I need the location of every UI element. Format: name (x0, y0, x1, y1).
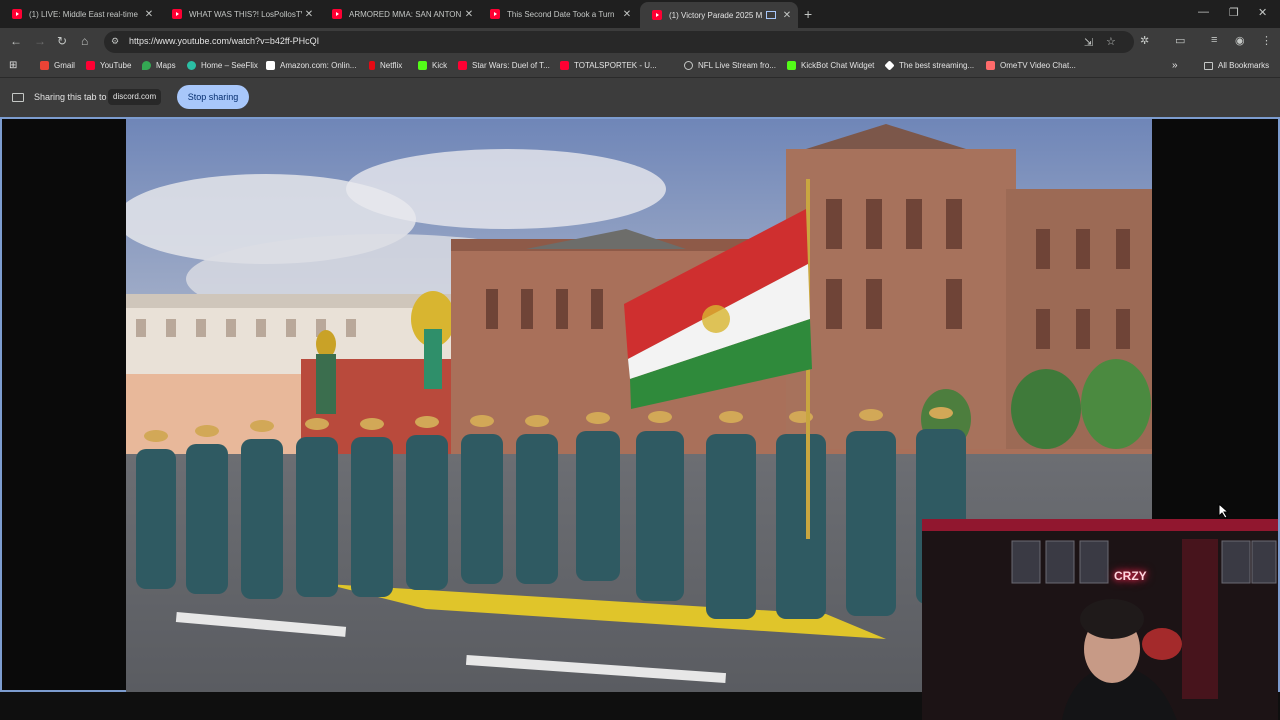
bookmark-item[interactable]: Netflix (369, 61, 402, 70)
more-bookmarks-icon[interactable]: » (1172, 60, 1178, 71)
url-text[interactable]: https://www.youtube.com/watch?v=b42ff-PH… (129, 36, 319, 46)
media-controls-icon[interactable]: ≡ (1211, 34, 1217, 46)
screen-share-icon (12, 93, 24, 102)
bookmark-item[interactable]: Maps (142, 61, 176, 70)
bookmark-item[interactable]: TOTALSPORTEK - U... (560, 61, 657, 70)
bookmark-item[interactable]: NFL Live Stream fro... (684, 61, 776, 70)
seeflix-icon (187, 61, 196, 70)
youtube-icon (652, 10, 662, 20)
ometv-icon (986, 61, 995, 70)
forward-icon[interactable]: → (34, 34, 46, 48)
close-tab-icon[interactable]: ✕ (142, 9, 156, 20)
tab-title: ARMORED MMA: SAN ANTONI (349, 9, 462, 19)
bookmark-item[interactable]: Kick (418, 61, 447, 70)
browser-tab[interactable]: This Second Date Took a Turn ✕ (478, 3, 638, 25)
bookmark-item[interactable]: YouTube (86, 61, 131, 70)
sharing-text: Sharing this tab to (34, 92, 107, 102)
youtube-icon (458, 61, 467, 70)
tab-sharing-bar: Sharing this tab to discord.com Stop sha… (0, 78, 1280, 117)
bookmark-item[interactable]: OmeTV Video Chat... (986, 61, 1076, 70)
folder-icon (1204, 61, 1213, 70)
diamond-icon (884, 60, 895, 71)
stop-sharing-button[interactable]: Stop sharing (177, 85, 249, 109)
back-icon[interactable]: ← (10, 34, 22, 48)
browser-tab[interactable]: (1) LIVE: Middle East real-time ✕ (0, 3, 160, 25)
close-tab-icon[interactable]: ✕ (302, 9, 316, 20)
browser-toolbar: ← → ↻ ⌂ ⚙ https://www.youtube.com/watch?… (0, 28, 1280, 56)
browser-tab[interactable]: WHAT WAS THIS?! LosPollosTV ✕ (160, 3, 320, 25)
bookmark-item[interactable]: Star Wars: Duel of T... (458, 61, 550, 70)
extensions-icon[interactable]: ✲ (1140, 34, 1149, 47)
kickbot-icon (787, 61, 796, 70)
minimize-icon[interactable]: — (1198, 6, 1209, 18)
close-tab-icon[interactable]: ✕ (462, 9, 476, 20)
streamer-webcam (922, 519, 1278, 720)
browser-tab-active[interactable]: (1) Victory Parade 2025 Mo ✕ (640, 2, 798, 28)
tab-title: (1) Victory Parade 2025 Mo (669, 10, 762, 20)
screen-share-icon (766, 11, 776, 19)
tab-title: WHAT WAS THIS?! LosPollosTV (189, 9, 302, 19)
close-tab-icon[interactable]: ✕ (780, 10, 794, 21)
browser-tab[interactable]: ARMORED MMA: SAN ANTONI ✕ (320, 3, 480, 25)
close-window-icon[interactable]: ✕ (1258, 6, 1267, 19)
bookmark-star-icon[interactable]: ☆ (1106, 35, 1116, 48)
tab-title: (1) LIVE: Middle East real-time (29, 9, 138, 19)
reload-icon[interactable]: ↻ (57, 34, 67, 48)
kick-icon (418, 61, 427, 70)
youtube-icon (12, 9, 22, 19)
install-icon[interactable]: ⇲ (1084, 36, 1093, 49)
youtube-icon (86, 61, 95, 70)
bookmark-item[interactable]: Amazon.com: Onlin... (266, 61, 356, 70)
menu-icon[interactable]: ⋮ (1261, 34, 1272, 47)
webcam-overlay: CRZY (922, 519, 1278, 720)
restore-icon[interactable]: ❐ (1229, 6, 1239, 19)
tab-title: This Second Date Took a Turn (507, 9, 615, 19)
youtube-icon (490, 9, 500, 19)
neon-sign: CRZY (1114, 569, 1147, 583)
youtube-icon (332, 9, 342, 19)
home-icon[interactable]: ⌂ (81, 34, 88, 48)
address-bar[interactable]: ⚙ https://www.youtube.com/watch?v=b42ff-… (104, 31, 1134, 53)
tab-strip: (1) LIVE: Middle East real-time ✕ WHAT W… (0, 0, 1280, 28)
site-info-icon[interactable]: ⚙ (111, 36, 119, 47)
amazon-icon (266, 61, 275, 70)
shared-site-badge: discord.com (108, 89, 162, 105)
new-tab-icon[interactable]: + (804, 6, 812, 22)
bookmark-item[interactable]: Home – SeeFlix (187, 61, 258, 70)
bookmark-item[interactable]: Gmail (40, 61, 75, 70)
netflix-icon (369, 61, 375, 70)
all-bookmarks[interactable]: All Bookmarks (1204, 61, 1269, 70)
bookmarks-bar: ⊞ Gmail YouTube Maps Home – SeeFlix Amaz… (0, 56, 1280, 78)
apps-icon[interactable]: ⊞ (9, 60, 17, 71)
maps-icon (142, 61, 151, 70)
bookmark-item[interactable]: KickBot Chat Widget (787, 61, 874, 70)
profile-icon[interactable]: ◉ (1235, 34, 1245, 47)
bookmark-item[interactable]: The best streaming... (884, 60, 974, 71)
close-tab-icon[interactable]: ✕ (620, 9, 634, 20)
gmail-icon (40, 61, 49, 70)
youtube-icon (560, 61, 569, 70)
youtube-icon (172, 9, 182, 19)
globe-icon (684, 61, 693, 70)
mouse-cursor-icon (1218, 503, 1230, 519)
cast-icon[interactable]: ▭ (1175, 34, 1185, 47)
